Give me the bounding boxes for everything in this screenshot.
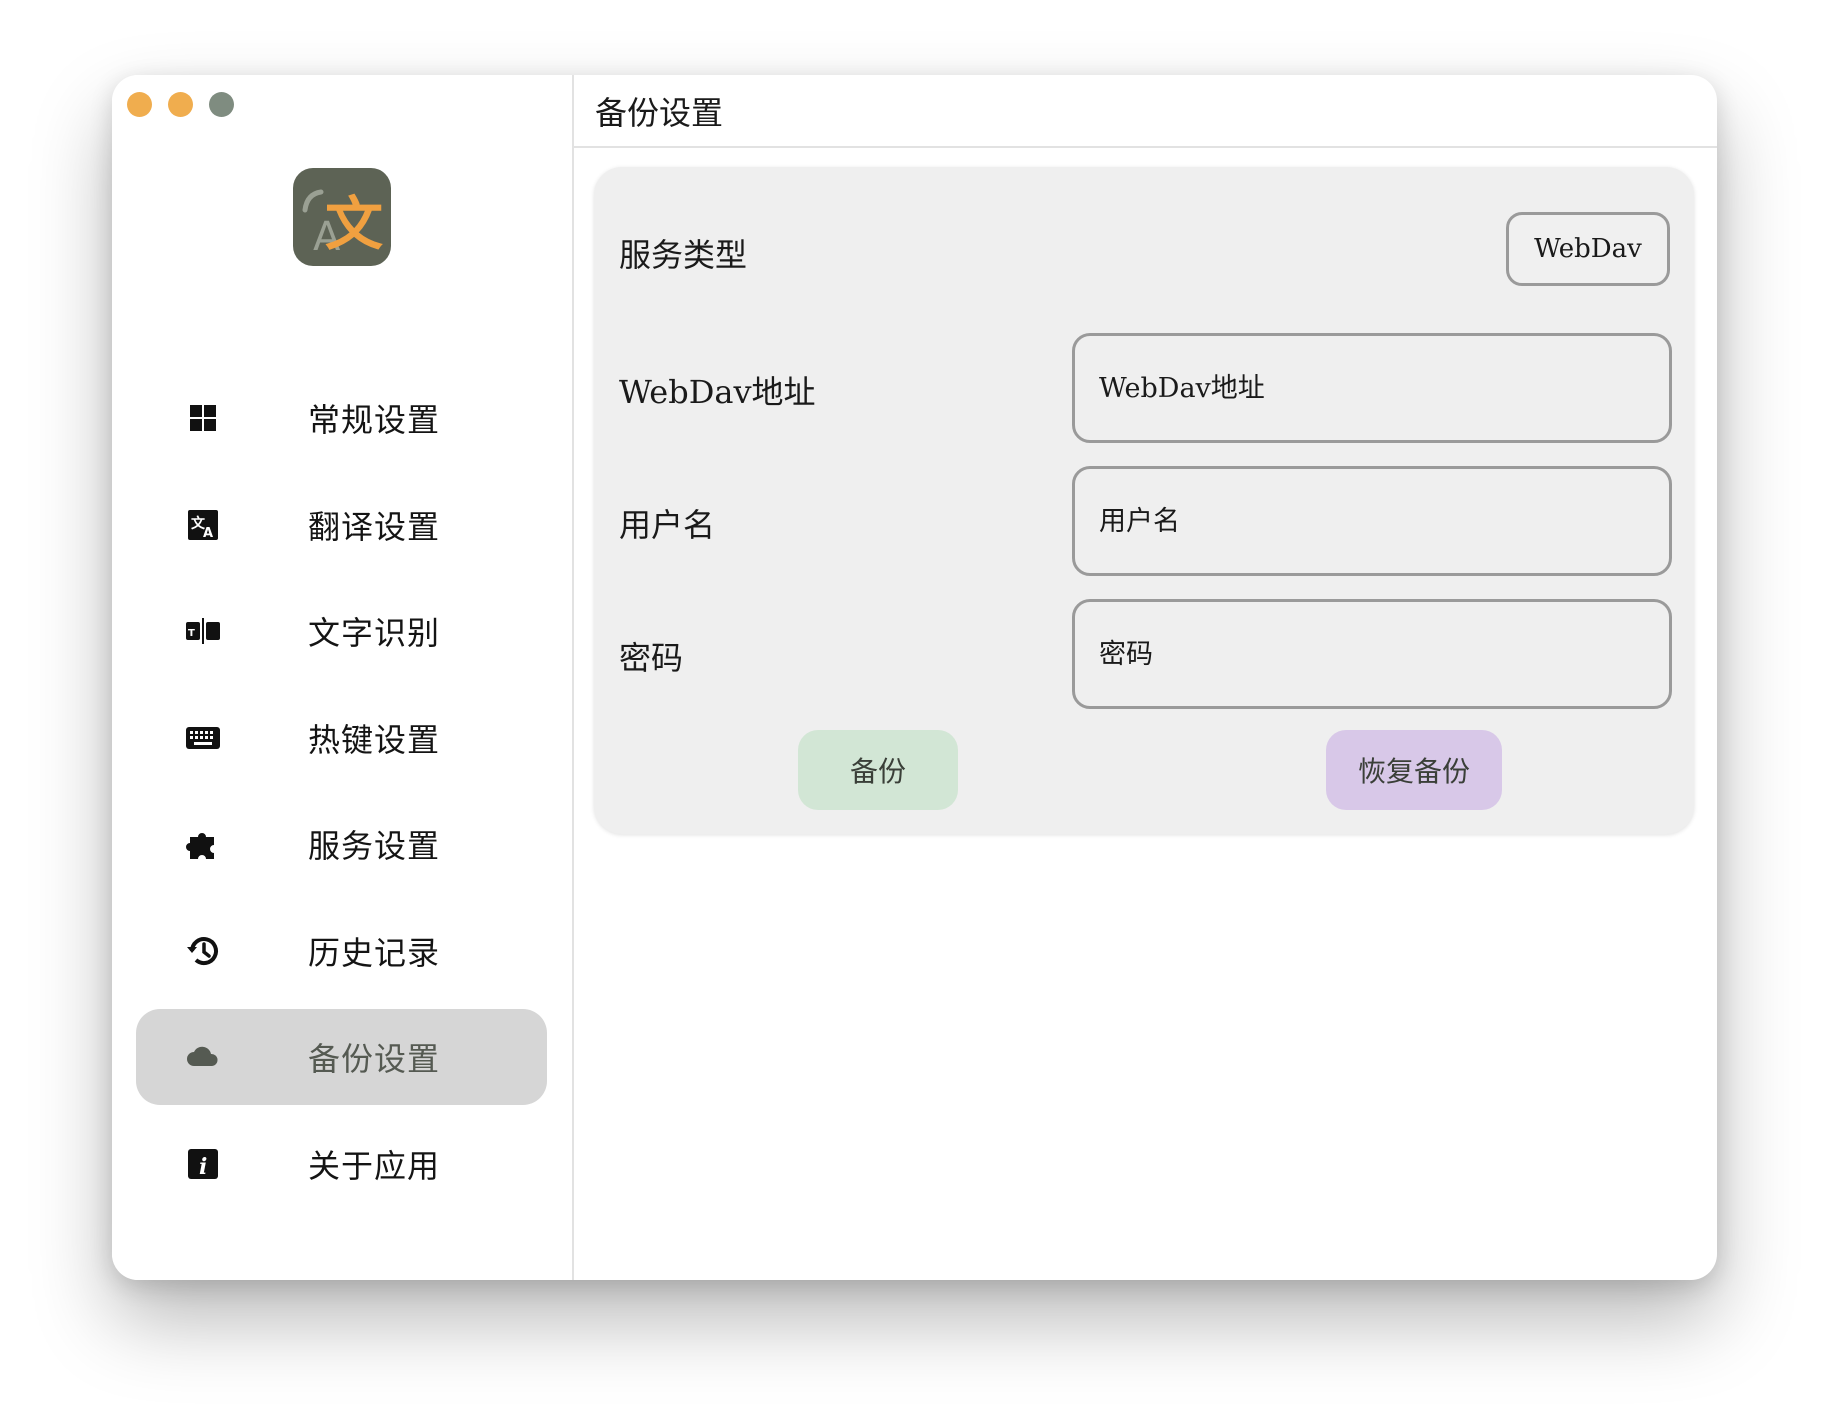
- sidebar-item-backup[interactable]: 备份设置: [136, 1009, 547, 1105]
- sidebar-item-general[interactable]: 常规设置: [136, 370, 547, 466]
- username-label: 用户名: [619, 506, 716, 544]
- service-type-row: 服务类型 WebDav: [594, 167, 1694, 327]
- cloud-icon: [184, 1038, 222, 1076]
- webdav-url-label: WebDav地址: [619, 373, 816, 411]
- webdav-url-input[interactable]: [1072, 333, 1672, 443]
- backup-settings-card: 服务类型 WebDav WebDav地址 用户名 密码 备份 恢复备份: [594, 167, 1694, 834]
- sidebar-item-history[interactable]: 历史记录: [136, 903, 547, 999]
- sidebar-item-label: 翻译设置: [308, 507, 441, 546]
- svg-text:文: 文: [325, 190, 383, 258]
- sidebar-item-label: 历史记录: [308, 933, 441, 972]
- password-label: 密码: [619, 639, 684, 677]
- sidebar-item-label: 热键设置: [308, 720, 441, 759]
- service-type-label: 服务类型: [619, 236, 748, 274]
- sidebar-item-label: 文字识别: [308, 614, 441, 652]
- sidebar-item-hotkeys[interactable]: 热键设置: [136, 690, 547, 786]
- sidebar-item-label: 服务设置: [308, 827, 441, 865]
- ocr-icon: T: [184, 612, 222, 650]
- translate-icon: 文A: [184, 506, 222, 544]
- info-icon: i: [184, 1145, 222, 1183]
- minimize-window-button[interactable]: [168, 92, 193, 117]
- close-window-button[interactable]: [127, 92, 152, 117]
- sidebar-item-label: 常规设置: [308, 401, 441, 439]
- service-type-select[interactable]: WebDav: [1506, 212, 1670, 286]
- svg-text:i: i: [199, 1154, 207, 1180]
- app-window: A 文 常规设置 文A 翻译设置 T 文字识别 热键设置 服务设置 历史记录 备…: [112, 75, 1717, 1280]
- sidebar-item-about[interactable]: i 关于应用: [136, 1116, 547, 1212]
- svg-text:A: A: [203, 526, 213, 541]
- sidebar-item-translate[interactable]: 文A 翻译设置: [136, 477, 547, 573]
- translate-logo-icon: A 文: [302, 189, 383, 260]
- puzzle-icon: [184, 825, 222, 863]
- username-input[interactable]: [1072, 466, 1672, 576]
- backup-button[interactable]: 备份: [798, 730, 958, 810]
- sidebar-nav: 常规设置 文A 翻译设置 T 文字识别 热键设置 服务设置 历史记录 备份设置 …: [136, 370, 547, 1222]
- page-title: 备份设置: [574, 75, 1717, 148]
- sidebar: A 文 常规设置 文A 翻译设置 T 文字识别 热键设置 服务设置 历史记录 备…: [112, 75, 574, 1280]
- sidebar-item-services[interactable]: 服务设置: [136, 796, 547, 892]
- sidebar-item-label: 关于应用: [308, 1146, 441, 1185]
- grid-icon: [184, 399, 222, 437]
- history-icon: [184, 932, 222, 970]
- password-input[interactable]: [1072, 599, 1672, 709]
- sidebar-item-label: 备份设置: [308, 1040, 441, 1078]
- zoom-window-button[interactable]: [209, 92, 234, 117]
- window-controls: [127, 92, 234, 117]
- app-logo: A 文: [293, 168, 391, 266]
- svg-text:T: T: [188, 628, 195, 639]
- keyboard-icon: [184, 719, 222, 757]
- main-panel: 备份设置 服务类型 WebDav WebDav地址 用户名 密码 备份 恢复备份: [574, 75, 1717, 1280]
- restore-backup-button[interactable]: 恢复备份: [1326, 730, 1502, 810]
- sidebar-item-ocr[interactable]: T 文字识别: [136, 583, 547, 679]
